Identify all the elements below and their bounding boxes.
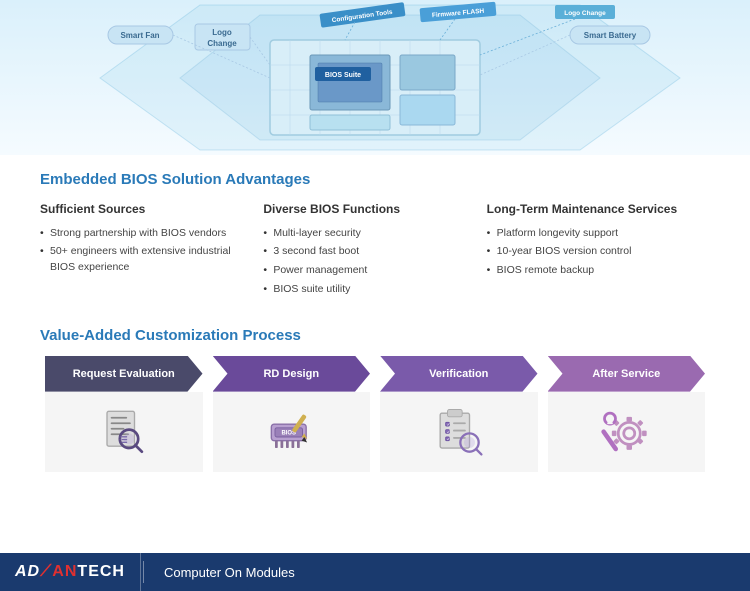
content-section: Embedded BIOS Solution Advantages Suffic…	[0, 155, 750, 327]
bullet-list-2: Multi-layer security 3 second fast boot …	[263, 226, 466, 298]
bullet-1-2: 50+ engineers with extensive industrial …	[40, 244, 243, 276]
svg-text:✓: ✓	[119, 437, 123, 442]
column-title-1: Sufficient Sources	[40, 202, 243, 218]
column-title-3: Long-Term Maintenance Services	[487, 202, 690, 218]
column-long-term: Long-Term Maintenance Services Platform …	[487, 202, 710, 301]
bullet-2-1: Multi-layer security	[263, 226, 466, 242]
bullet-1-1: Strong partnership with BIOS vendors	[40, 226, 243, 242]
svg-text:BIOS Suite: BIOS Suite	[325, 72, 361, 79]
footer: AD⟋ANTECH Computer On Modules	[0, 553, 750, 591]
footer-subtitle: Computer On Modules	[146, 565, 313, 580]
step-icon-area-1: ✓ ✓	[45, 392, 203, 472]
step-header-2: RD Design	[213, 356, 371, 392]
column-sufficient-sources: Sufficient Sources Strong partnership wi…	[40, 202, 263, 301]
footer-divider	[143, 561, 144, 583]
brand-text: AD⟋ANTECH	[15, 563, 125, 581]
search-doc-icon: ✓ ✓	[96, 404, 151, 459]
bullet-list-1: Strong partnership with BIOS vendors 50+…	[40, 226, 243, 276]
bullet-2-4: BIOS suite utility	[263, 282, 466, 298]
checklist-search-icon: ✓ ✓ ✓	[431, 404, 486, 459]
step-icon-area-4	[548, 392, 706, 472]
process-step-1: Request Evaluation	[40, 356, 208, 472]
step-label-1: Request Evaluation	[73, 368, 175, 380]
process-steps: Request Evaluation	[40, 356, 710, 472]
footer-logo: AD⟋ANTECH	[0, 553, 141, 591]
step-label-4: After Service	[592, 368, 660, 380]
svg-text:✓: ✓	[447, 429, 451, 434]
column-title-2: Diverse BIOS Functions	[263, 202, 466, 218]
column-diverse-bios: Diverse BIOS Functions Multi-layer secur…	[263, 202, 486, 301]
svg-text:Smart Fan: Smart Fan	[120, 31, 159, 40]
step-icon-area-2: BIOS	[213, 392, 371, 472]
bios-chip-icon: BIOS	[264, 404, 319, 459]
svg-text:Smart Battery: Smart Battery	[584, 31, 637, 40]
svg-text:✓: ✓	[447, 422, 451, 427]
step-label-3: Verification	[429, 368, 488, 380]
svg-text:✓: ✓	[447, 437, 451, 442]
step-header-4: After Service	[548, 356, 706, 392]
bullet-3-3: BIOS remote backup	[487, 263, 690, 279]
svg-text:Change: Change	[207, 39, 237, 48]
step-header-1: Request Evaluation	[45, 356, 203, 392]
bullet-2-2: 3 second fast boot	[263, 244, 466, 260]
step-icon-area-3: ✓ ✓ ✓	[380, 392, 538, 472]
process-title: Value-Added Customization Process	[40, 327, 710, 344]
section-title: Embedded BIOS Solution Advantages	[40, 171, 710, 188]
diagram-background: BIOS Suite Configuration Tools Firmware …	[0, 0, 750, 155]
bullet-list-3: Platform longevity support 10-year BIOS …	[487, 226, 690, 279]
columns-grid: Sufficient Sources Strong partnership wi…	[40, 202, 710, 301]
process-step-2: RD Design BIOS	[208, 356, 376, 472]
bullet-3-2: 10-year BIOS version control	[487, 244, 690, 260]
process-section: Value-Added Customization Process Reques…	[0, 327, 750, 482]
step-label-2: RD Design	[263, 368, 319, 380]
step-header-3: Verification	[380, 356, 538, 392]
svg-text:Logo Change: Logo Change	[564, 10, 606, 17]
process-step-3: Verification ✓ ✓ ✓	[375, 356, 543, 472]
process-step-4: After Service	[543, 356, 711, 472]
svg-text:Logo: Logo	[212, 28, 232, 37]
wrench-gear-icon	[599, 404, 654, 459]
diagram-section: BIOS Suite Configuration Tools Firmware …	[0, 0, 750, 155]
bullet-2-3: Power management	[263, 263, 466, 279]
bullet-3-1: Platform longevity support	[487, 226, 690, 242]
